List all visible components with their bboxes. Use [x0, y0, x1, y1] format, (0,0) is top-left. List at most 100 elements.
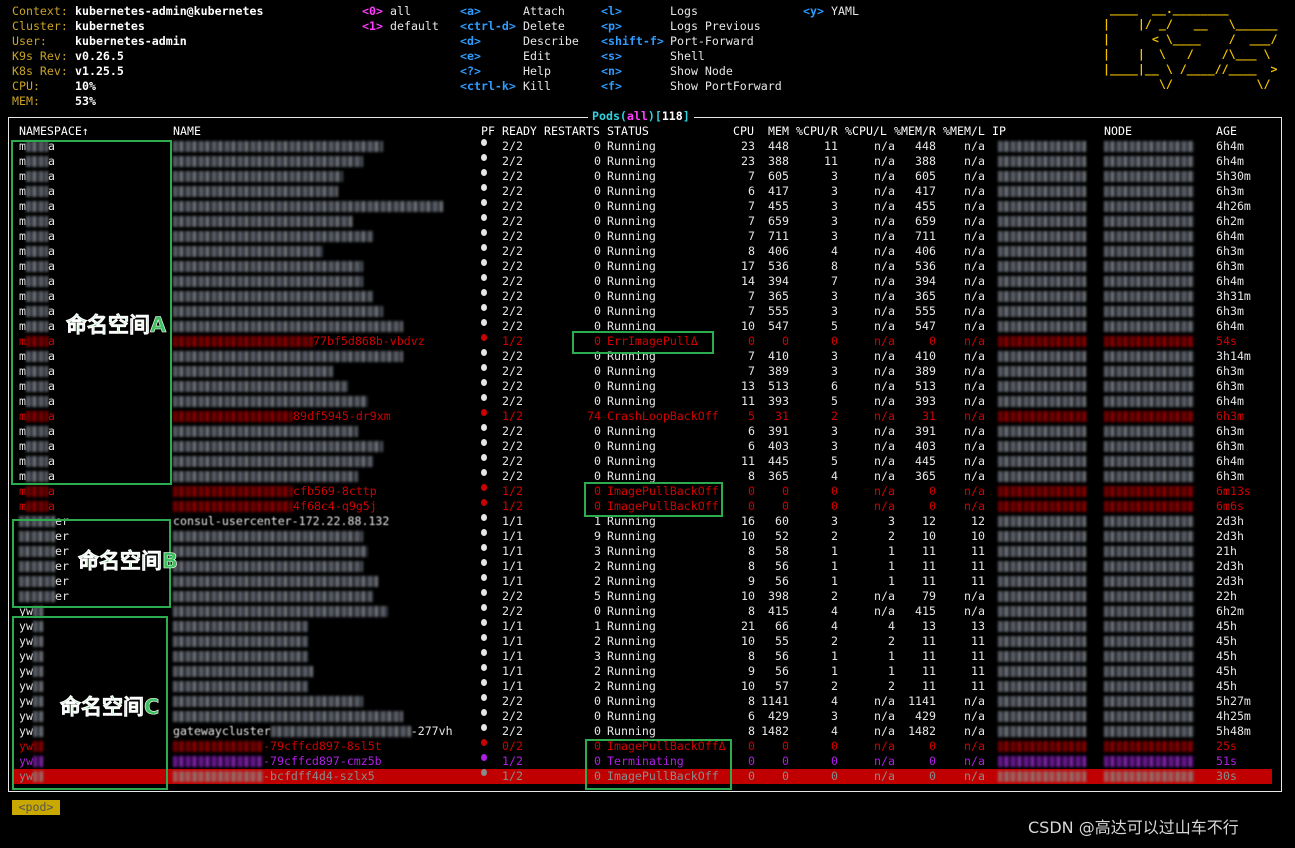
name-redacted	[173, 246, 323, 257]
column-header-cpur[interactable]: %CPU/R	[796, 124, 838, 139]
column-header-name[interactable]: NAME	[173, 124, 201, 139]
table-row[interactable]: er 1/1 9 Running 10 52 2 2 10 10 2d3h	[14, 529, 1272, 544]
column-header-cpu[interactable]: CPU	[733, 124, 754, 139]
hotkey-label[interactable]: Help	[523, 64, 551, 79]
table-row[interactable]: yw 1/1 2 Running 10 55 2 2 11 11 45h	[14, 634, 1272, 649]
hotkey-label[interactable]: Logs Previous	[670, 19, 761, 34]
table-row[interactable]: m a 2/2 0 Running 11 445 5 n/a 445 n/a 6h4m	[14, 454, 1272, 469]
hotkey-key[interactable]: <y>	[803, 4, 824, 19]
table-row[interactable]: m a 2/2 0 Running 7 711 3 n/a 711 n/a 6h4m	[14, 229, 1272, 244]
hotkey-key[interactable]: <l>	[601, 4, 622, 19]
column-header-status[interactable]: STATUS	[607, 124, 649, 139]
table-row[interactable]: m a 2/2 0 Running 7 555 3 n/a 555 n/a 6h3m	[14, 304, 1272, 319]
table-row[interactable]: m a 89df5945-dr9xm 1/2 74 CrashLoopBackOff 5 31…	[14, 409, 1272, 424]
hotkey-label[interactable]: Edit	[523, 49, 551, 64]
hotkey-label[interactable]: Show Node	[670, 64, 733, 79]
age-cell: 54s	[1216, 334, 1237, 348]
table-row[interactable]: yw 1/1 2 Running 10 57 2 2 11 11 45h	[14, 679, 1272, 694]
hotkey-label[interactable]: Logs	[670, 4, 698, 19]
column-header-age[interactable]: AGE	[1216, 124, 1237, 139]
hotkey-key[interactable]: <e>	[460, 49, 481, 64]
hotkey-label[interactable]: Kill	[523, 79, 551, 94]
ready-cell: 2/2	[502, 694, 523, 708]
hotkey-key[interactable]: <?>	[460, 64, 481, 79]
table-row[interactable]: m a 2/2 0 Running 23 388 11 n/a 388 n/a 6h4m	[14, 154, 1272, 169]
table-row[interactable]: m a 2/2 0 Running 6 403 3 n/a 403 n/a 6h3m	[14, 439, 1272, 454]
column-header-ready[interactable]: READY	[502, 124, 537, 139]
table-row[interactable]: yw 2/2 0 Running 8 415 4 n/a 415 n/a 6h2m	[14, 604, 1272, 619]
column-header-pf[interactable]: PF	[481, 124, 495, 139]
table-row[interactable]: er 1/1 3 Running 8 58 1 1 11 11 21h	[14, 544, 1272, 559]
table-row[interactable]: m a 2/2 0 Running 7 659 3 n/a 659 n/a 6h2m	[14, 214, 1272, 229]
table-row[interactable]: er 1/1 2 Running 9 56 1 1 11 11 2d3h	[14, 574, 1272, 589]
mem-limit-pct-cell: n/a	[964, 229, 985, 243]
hotkey-label[interactable]: Delete	[523, 19, 565, 34]
namespace-hotkey[interactable]: <0>	[362, 4, 383, 19]
table-row[interactable]: m a 2/2 0 Running 6 417 3 n/a 417 n/a 6h3m	[14, 184, 1272, 199]
hotkey-key[interactable]: <shift-f>	[601, 34, 664, 49]
ip-cell	[992, 274, 1086, 289]
table-row[interactable]: er 2/2 5 Running 10 398 2 n/a 79 n/a 22h	[14, 589, 1272, 604]
table-row[interactable]: m a 2/2 0 Running 23 448 11 n/a 448 n/a 6h4m	[14, 139, 1272, 154]
mem-limit-pct-cell: 12	[971, 514, 985, 528]
table-row[interactable]: m a 2/2 0 Running 7 455 3 n/a 455 n/a 4h26m	[14, 199, 1272, 214]
table-row[interactable]: m a 2/2 0 Running 11 393 5 n/a 393 n/a 6h4m	[14, 394, 1272, 409]
column-header-restarts[interactable]: RESTARTS	[544, 124, 600, 139]
table-row[interactable]: m a 2/2 0 Running 17 536 8 n/a 536 n/a 6h3m	[14, 259, 1272, 274]
table-row[interactable]: m a 2/2 0 Running 7 605 3 n/a 605 n/a 5h30m	[14, 169, 1272, 184]
column-header-meml[interactable]: %MEM/L	[943, 124, 985, 139]
cpu-request-pct-cell: 4	[831, 694, 838, 708]
table-row[interactable]: m a 2/2 0 Running 13 513 6 n/a 513 n/a 6h3m	[14, 379, 1272, 394]
table-row[interactable]: er 1/1 2 Running 8 56 1 1 11 11 2d3h	[14, 559, 1272, 574]
hotkey-key[interactable]: <n>	[601, 64, 622, 79]
table-row[interactable]: m a 2/2 0 Running 14 394 7 n/a 394 n/a 6h4m	[14, 274, 1272, 289]
namespace-option[interactable]: all	[390, 4, 411, 19]
table-row[interactable]: m a 2/2 0 Running 8 406 4 n/a 406 n/a 6h3m	[14, 244, 1272, 259]
column-header-namespace[interactable]: NAMESPACE↑	[19, 124, 89, 139]
hotkey-label[interactable]: Show PortForward	[670, 79, 782, 94]
column-header-mem[interactable]: MEM	[768, 124, 789, 139]
hotkey-key[interactable]: <a>	[460, 4, 481, 19]
namespace-option[interactable]: default	[390, 19, 439, 34]
status-cell: Running	[607, 724, 656, 738]
table-row[interactable]: yw 1/1 2 Running 9 56 1 1 11 11 45h	[14, 664, 1272, 679]
status-cell: Running	[607, 274, 656, 288]
ready-cell: 1/1	[502, 649, 523, 663]
age-cell: 4h26m	[1216, 199, 1251, 213]
ready-cell: 2/2	[502, 169, 523, 183]
mem-cell: 0	[782, 754, 789, 768]
column-header-ip[interactable]: IP	[992, 124, 1006, 139]
table-row[interactable]: m a 2/2 0 Running 7 389 3 n/a 389 n/a 6h3m	[14, 364, 1272, 379]
pf-status-dot-icon	[481, 214, 487, 221]
node-cell	[1104, 484, 1194, 499]
ready-cell: 2/2	[502, 709, 523, 723]
table-row[interactable]: yw 2/2 0 Running 8 1141 4 n/a 1141 n/a 5h27m	[14, 694, 1272, 709]
table-row[interactable]: yw 1/1 3 Running 8 56 1 1 11 11 45h	[14, 649, 1272, 664]
namespace-hotkey[interactable]: <1>	[362, 19, 383, 34]
cpu-request-pct-cell: 0	[831, 499, 838, 513]
hotkey-key[interactable]: <p>	[601, 19, 622, 34]
hotkey-key[interactable]: <d>	[460, 34, 481, 49]
name-cell	[173, 469, 358, 484]
pf-status-dot-icon	[481, 379, 487, 386]
table-row[interactable]: m a 2/2 0 Running 6 391 3 n/a 391 n/a 6h3m	[14, 424, 1272, 439]
column-header-cpul[interactable]: %CPU/L	[845, 124, 887, 139]
hotkey-label[interactable]: Port-Forward	[670, 34, 754, 49]
table-row[interactable]: yw 1/1 1 Running 21 66 4 4 13 13 45h	[14, 619, 1272, 634]
name-cell	[173, 649, 308, 664]
table-row[interactable]: yw 2/2 0 Running 6 429 3 n/a 429 n/a 4h25m	[14, 709, 1272, 724]
hotkey-label[interactable]: YAML	[831, 4, 859, 19]
column-header-node[interactable]: NODE	[1104, 124, 1132, 139]
hotkey-key[interactable]: <ctrl-k>	[460, 79, 516, 94]
column-header-memr[interactable]: %MEM/R	[894, 124, 936, 139]
hotkey-key[interactable]: <ctrl-d>	[460, 19, 516, 34]
breadcrumb-pod[interactable]: <pod>	[12, 800, 60, 815]
hotkey-label[interactable]: Attach	[523, 4, 565, 19]
hotkey-key[interactable]: <f>	[601, 79, 622, 94]
table-row[interactable]: m a 2/2 0 Running 7 365 3 n/a 365 n/a 3h31m	[14, 289, 1272, 304]
hotkey-label[interactable]: Shell	[670, 49, 705, 64]
hotkey-key[interactable]: <s>	[601, 49, 622, 64]
node-cell	[1104, 619, 1194, 634]
table-row[interactable]: yw gatewaycluster -277vh 2/2 0 Running 8 1482 4 n…	[14, 724, 1272, 739]
hotkey-label[interactable]: Describe	[523, 34, 579, 49]
